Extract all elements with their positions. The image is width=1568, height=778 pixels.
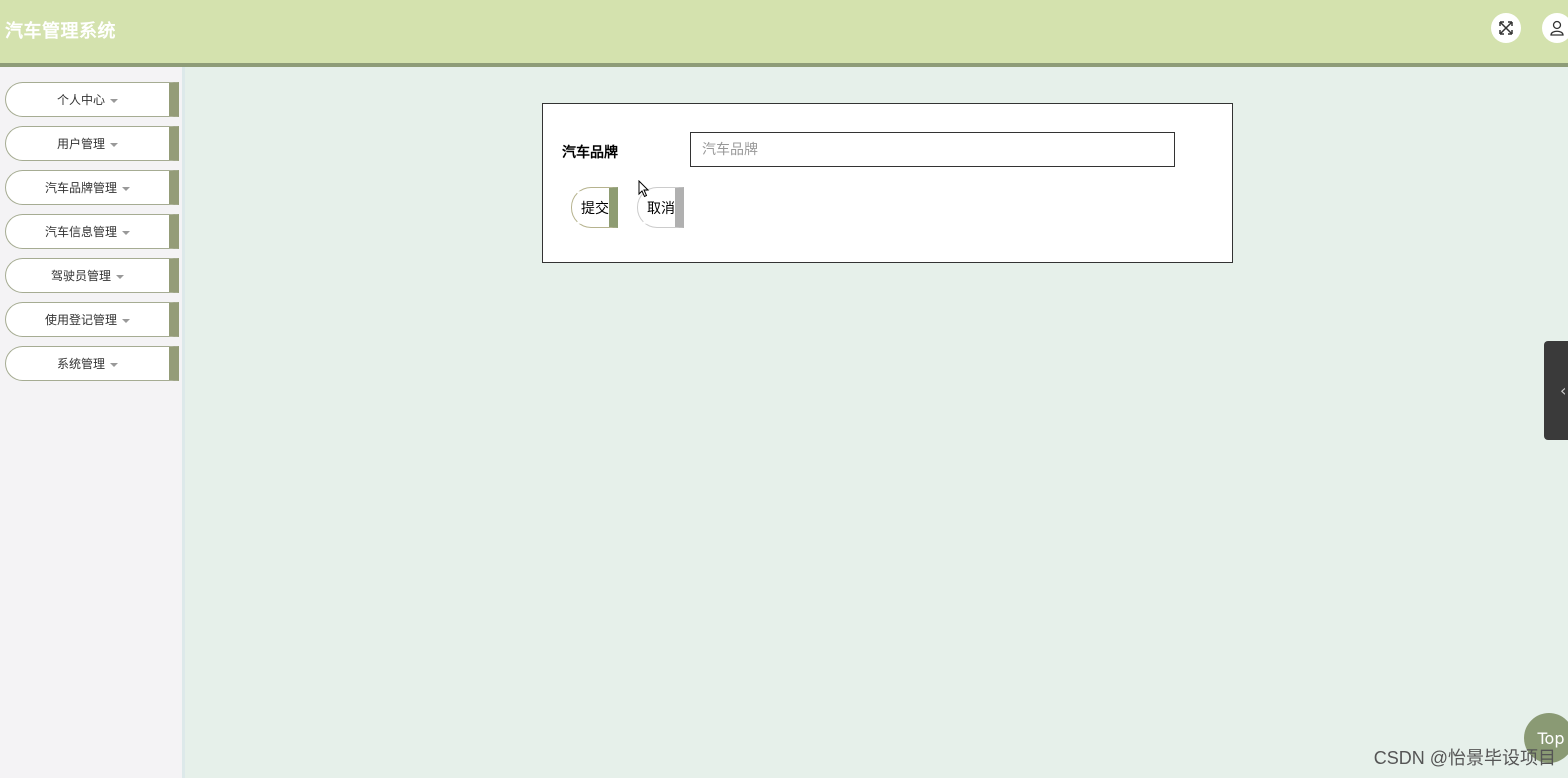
app-title: 汽车管理系统	[5, 21, 116, 42]
sidebar: 个人中心 用户管理 汽车品牌管理 汽车信息管理 驾驶员管理 使用登记管理 系统管…	[0, 67, 185, 778]
brand-input[interactable]	[690, 132, 1175, 167]
chevron-left-icon: ‹	[1560, 381, 1567, 400]
fullscreen-icon	[1499, 21, 1513, 35]
sidebar-item-driver-management[interactable]: 驾驶员管理	[5, 258, 179, 293]
chevron-down-icon	[110, 98, 118, 103]
sidebar-item-system-management[interactable]: 系统管理	[5, 346, 179, 381]
sidebar-item-user-management[interactable]: 用户管理	[5, 126, 179, 161]
sidebar-item-label: 个人中心	[56, 93, 105, 107]
chevron-down-icon	[110, 142, 118, 147]
user-icon	[1550, 20, 1564, 36]
sidebar-item-label: 用户管理	[56, 137, 105, 151]
sidebar-item-label: 汽车信息管理	[44, 225, 117, 239]
chevron-down-icon	[122, 318, 130, 323]
chevron-down-icon	[122, 186, 130, 191]
sidebar-item-label: 系统管理	[56, 357, 105, 371]
sidebar-item-label: 驾驶员管理	[50, 269, 111, 283]
chevron-down-icon	[116, 274, 124, 279]
submit-button[interactable]: 提交	[571, 187, 618, 228]
chevron-down-icon	[122, 230, 130, 235]
sidebar-item-label: 汽车品牌管理	[44, 181, 117, 195]
sidebar-item-personal-center[interactable]: 个人中心	[5, 82, 179, 117]
sidebar-item-brand-management[interactable]: 汽车品牌管理	[5, 170, 179, 205]
mouse-cursor-icon	[638, 180, 650, 198]
side-panel-handle[interactable]: ‹	[1544, 341, 1568, 440]
watermark: CSDN @怡景毕设项目	[1373, 748, 1556, 768]
fullscreen-button[interactable]	[1491, 13, 1521, 43]
sidebar-item-car-info-management[interactable]: 汽车信息管理	[5, 214, 179, 249]
sidebar-item-usage-registration[interactable]: 使用登记管理	[5, 302, 179, 337]
sidebar-item-label: 使用登记管理	[44, 313, 117, 327]
chevron-down-icon	[110, 362, 118, 367]
user-button[interactable]	[1542, 13, 1568, 43]
brand-field-label: 汽车品牌	[562, 145, 618, 161]
top-header: 汽车管理系统	[0, 0, 1568, 67]
